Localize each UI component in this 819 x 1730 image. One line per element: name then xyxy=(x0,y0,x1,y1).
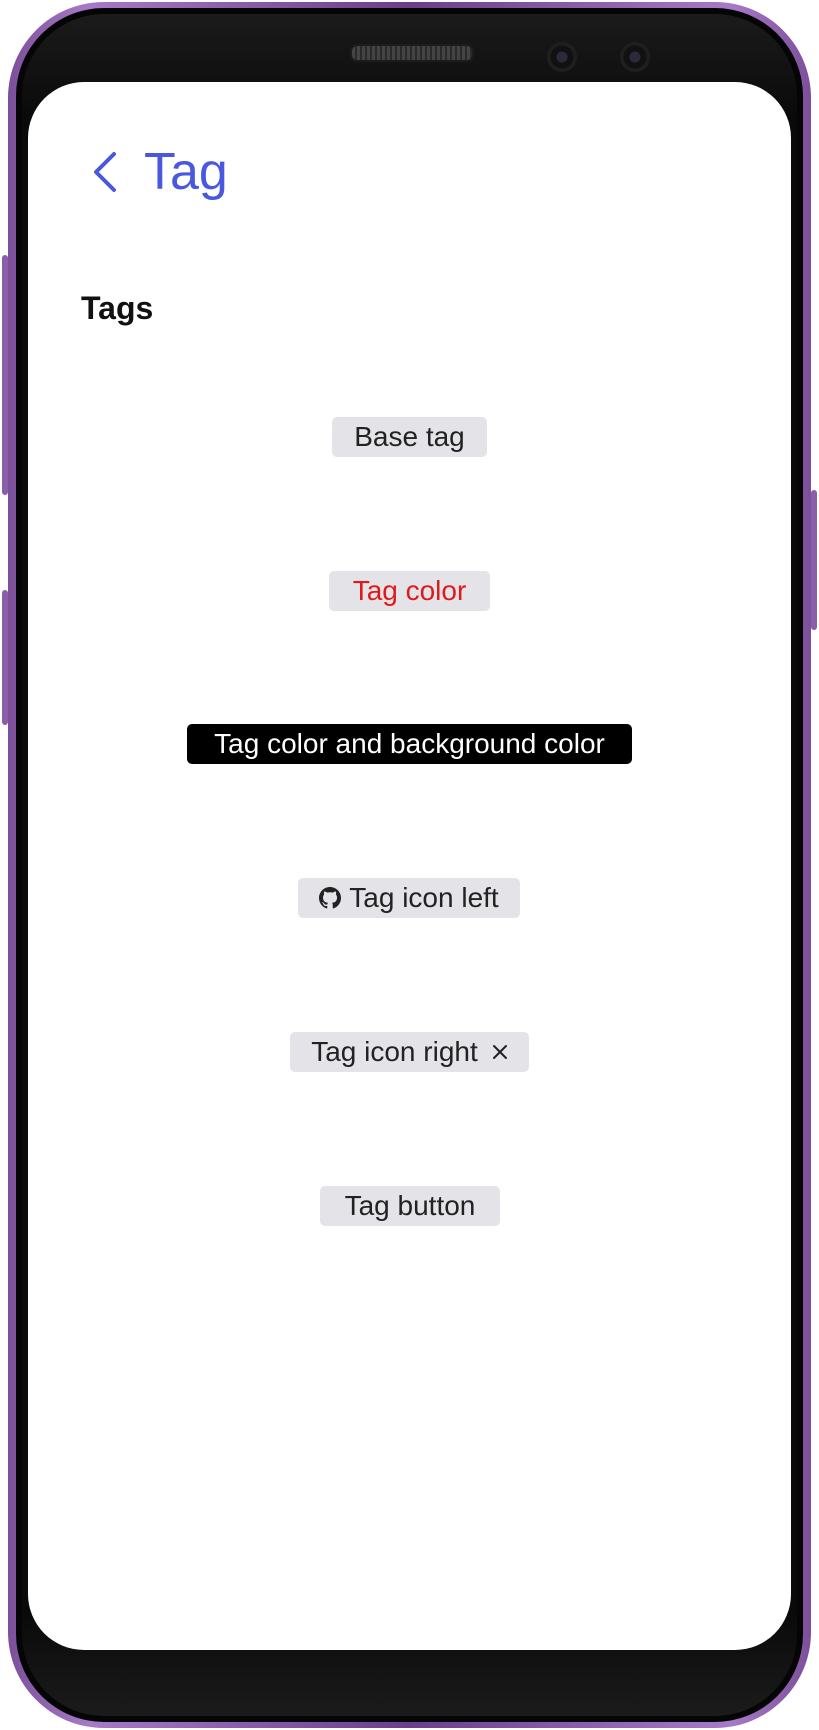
tag-label: Base tag xyxy=(354,421,465,452)
tag-label: Tag color and background color xyxy=(214,728,605,759)
github-icon xyxy=(319,887,342,909)
app-screen: Tag Tags Base tag Tag color Tag color an… xyxy=(28,82,791,1650)
tag-label: Tag icon left xyxy=(349,882,499,913)
volume-button xyxy=(2,255,8,495)
tag-button[interactable]: Tag button xyxy=(320,1186,500,1226)
tag-label: Tag color xyxy=(352,575,467,606)
device-screenshot: Tag Tags Base tag Tag color Tag color an… xyxy=(0,0,819,1730)
tag-label: Tag button xyxy=(344,1190,476,1221)
front-camera xyxy=(547,42,577,72)
icon-right-tag: Tag icon right xyxy=(290,1032,529,1072)
front-sensor xyxy=(620,42,650,72)
color-background-tag: Tag color and background color xyxy=(187,724,632,764)
page-title: Tag xyxy=(144,143,228,201)
bixby-button xyxy=(2,590,8,725)
icon-left-tag: Tag icon left xyxy=(298,878,520,918)
back-navigation[interactable]: Tag xyxy=(86,140,228,204)
section-title: Tags xyxy=(81,290,154,326)
chevron-left-icon[interactable] xyxy=(86,148,122,196)
base-tag: Base tag xyxy=(332,417,487,457)
color-tag: Tag color xyxy=(329,571,490,611)
earpiece-speaker xyxy=(350,44,474,62)
power-button xyxy=(811,490,817,630)
close-icon[interactable] xyxy=(492,1044,508,1060)
tag-label: Tag icon right xyxy=(311,1036,478,1067)
